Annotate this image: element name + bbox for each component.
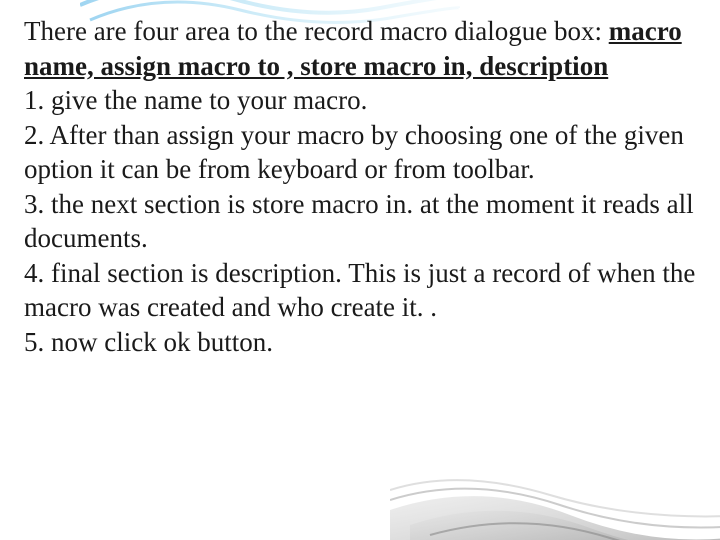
list-item: 2. After than assign your macro by choos… bbox=[24, 118, 696, 187]
slide: There are four area to the record macro … bbox=[0, 0, 720, 540]
slide-content: There are four area to the record macro … bbox=[24, 14, 696, 359]
list-item: 3. the next section is store macro in. a… bbox=[24, 187, 696, 256]
decorative-swirl-bottom bbox=[390, 440, 720, 540]
list-item: 5. now click ok button. bbox=[24, 325, 696, 360]
intro-text: There are four area to the record macro … bbox=[24, 16, 609, 46]
list-item: 1. give the name to your macro. bbox=[24, 83, 696, 118]
list-item: 4. final section is description. This is… bbox=[24, 256, 696, 325]
